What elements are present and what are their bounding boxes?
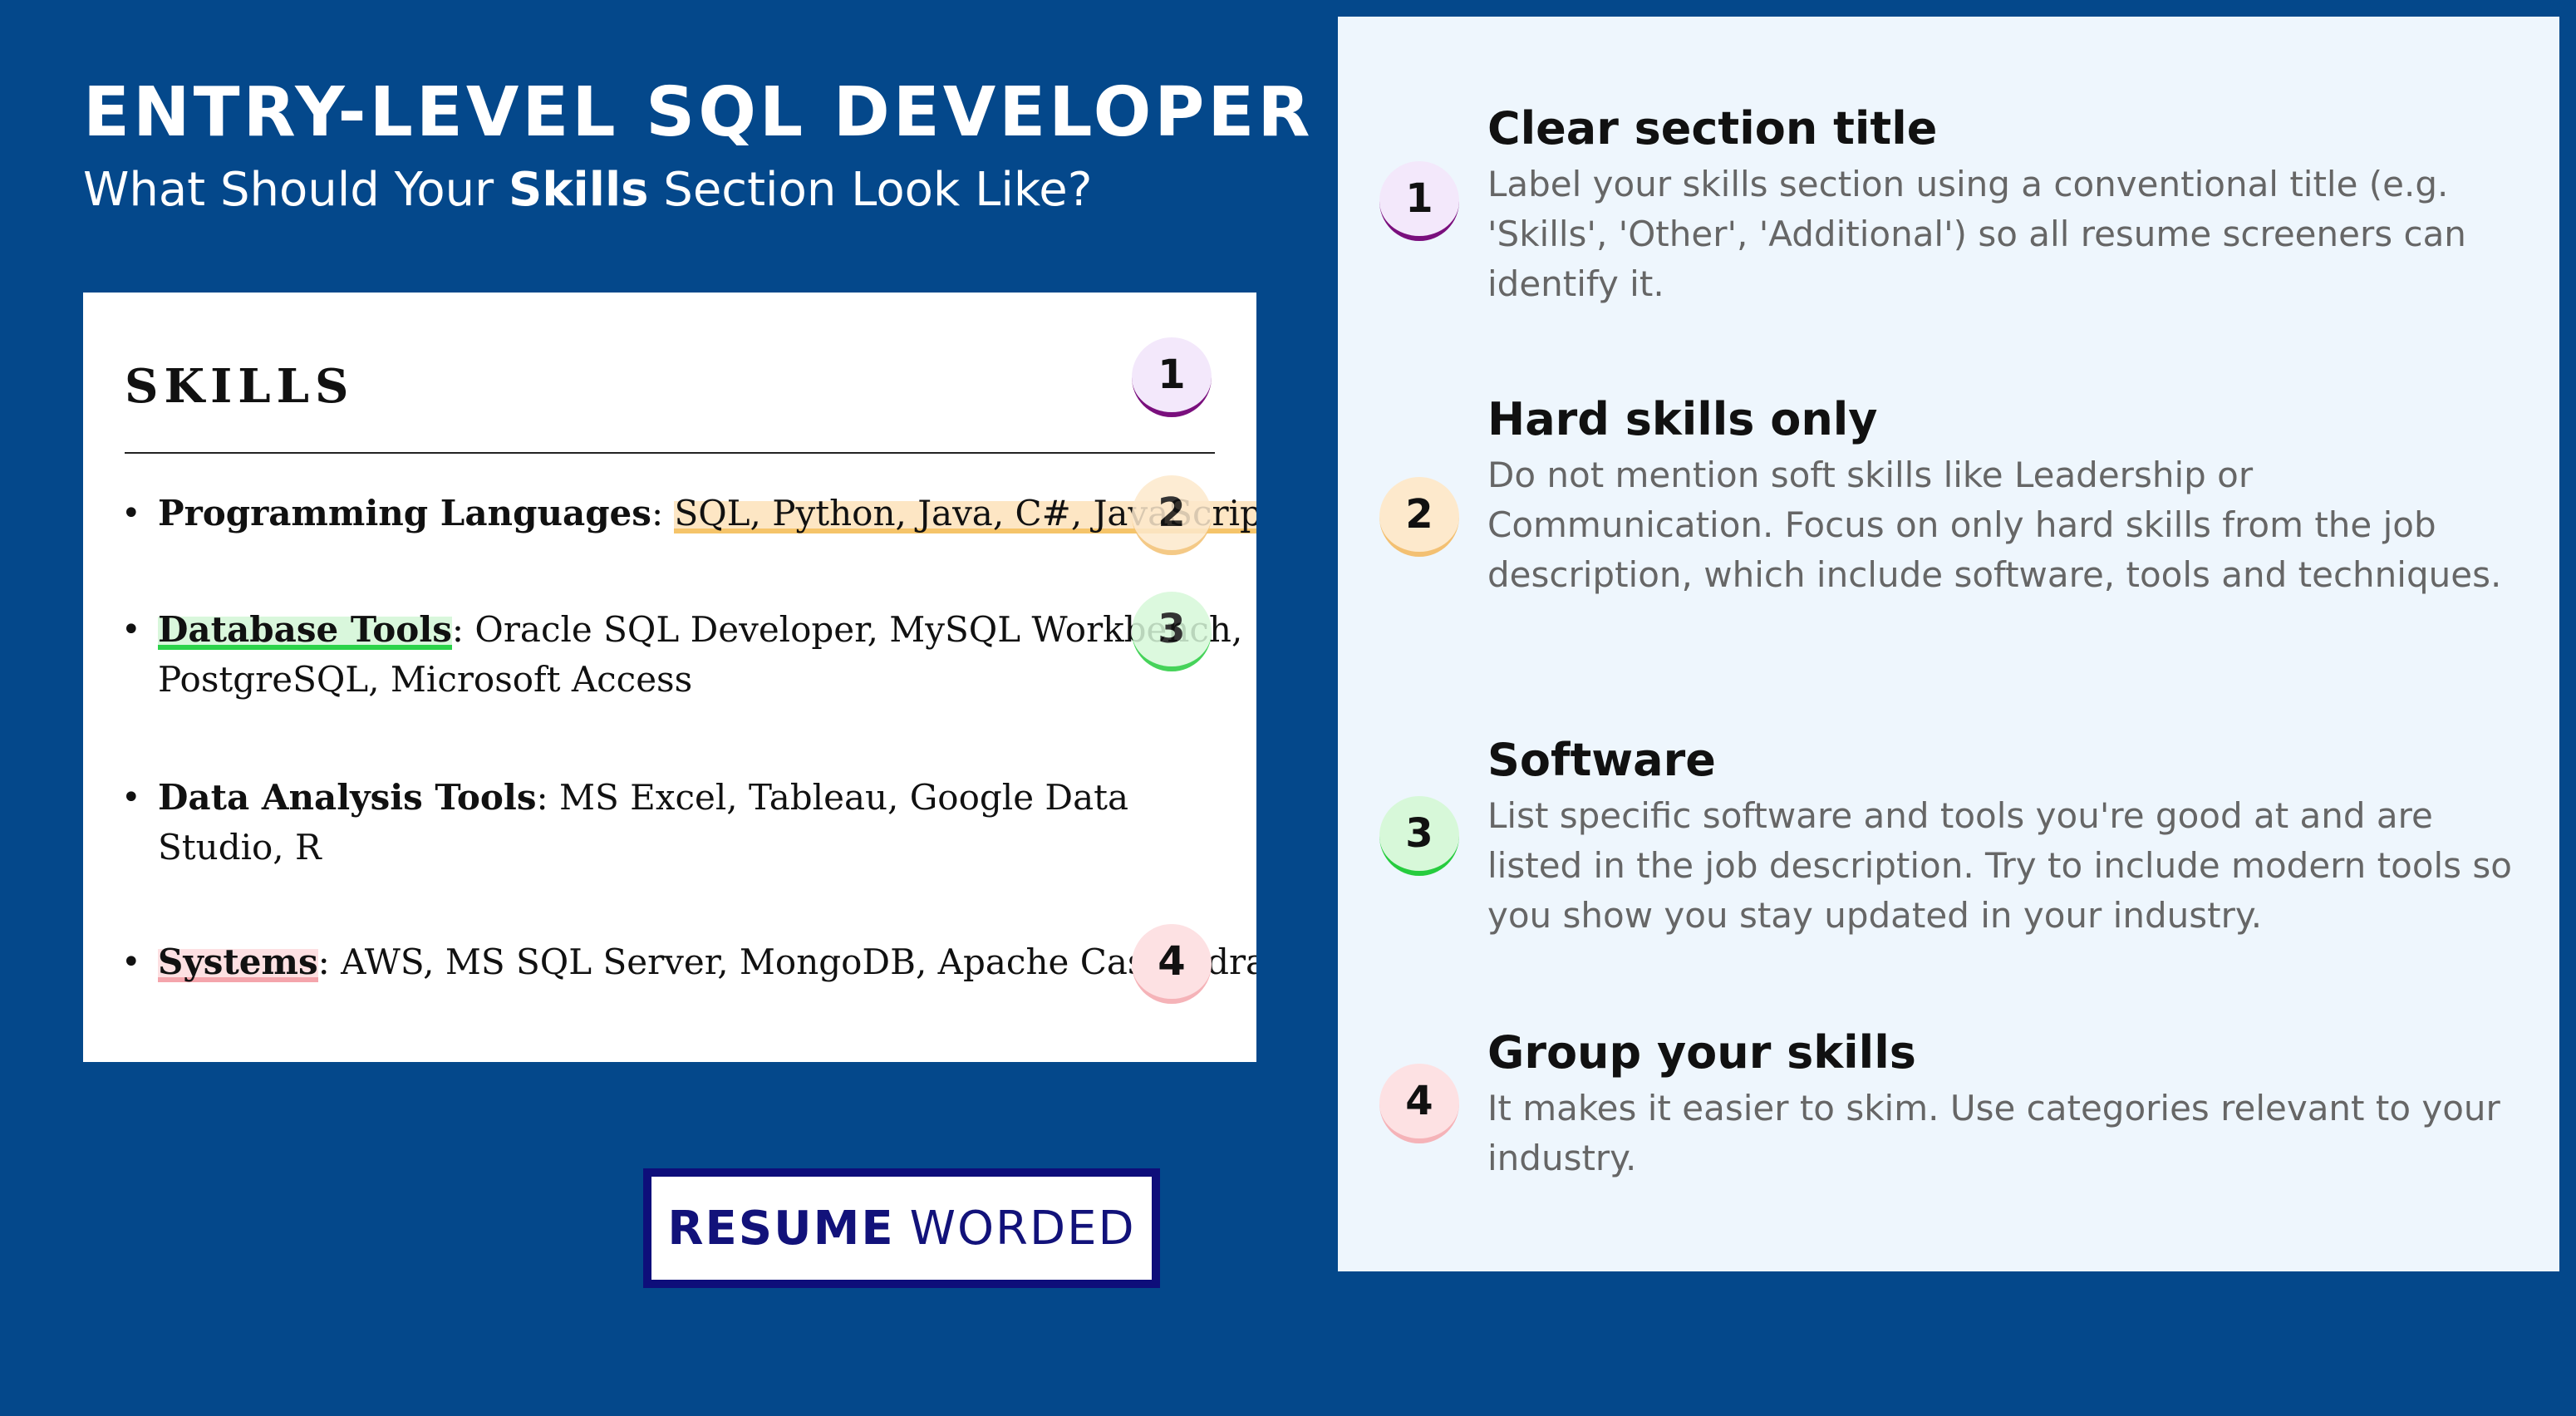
tip-badge-1: 1 (1379, 161, 1459, 241)
tip-title: Software (1487, 734, 1716, 786)
tip-badge-4: 4 (1379, 1064, 1459, 1143)
page-subtitle: What Should Your Skills Section Look Lik… (83, 163, 1092, 217)
tip-4: Group your skills It makes it easier to … (1487, 1024, 2518, 1183)
tip-badge-3: 3 (1379, 796, 1459, 876)
tip-body: It makes it easier to skim. Use categori… (1487, 1088, 2500, 1178)
heading-divider (125, 452, 1215, 454)
tip-title: Hard skills only (1487, 393, 1878, 445)
tip-body: List specific software and tools you're … (1487, 795, 2512, 936)
tip-2: Hard skills only Do not mention soft ski… (1487, 391, 2518, 600)
skill-separator: : (651, 493, 675, 533)
resume-skills-card: SKILLS 1 • Programming Languages: SQL, P… (83, 293, 1256, 1062)
tip-3: Software List specific software and tool… (1487, 731, 2518, 941)
bullet: • (121, 611, 141, 649)
skill-item-systems: • Systems: AWS, MS SQL Server, MongoDB, … (121, 937, 1256, 987)
tip-body: Label your skills section using a conven… (1487, 164, 2466, 304)
skill-value: Oracle SQL Developer, MySQL Workbench, (474, 609, 1243, 650)
tip-1: Clear section title Label your skills se… (1487, 100, 2518, 309)
skill-separator: : (317, 942, 342, 982)
subtitle-emphasis: Skills (508, 163, 649, 217)
number-badge-3: 3 (1132, 592, 1212, 671)
skill-item-data-analysis: • Data Analysis Tools: MS Excel, Tableau… (121, 773, 1213, 873)
skill-value-continued: Studio, R (158, 827, 322, 868)
tip-title: Group your skills (1487, 1026, 1916, 1079)
skill-label: Programming Languages (158, 493, 651, 533)
skills-heading: SKILLS (125, 359, 355, 414)
skill-value-continued: PostgreSQL, Microsoft Access (158, 659, 693, 700)
skill-separator: : (536, 777, 560, 818)
logo-regular-text: WORDED (909, 1201, 1136, 1256)
tip-title: Clear section title (1487, 102, 1938, 155)
number-badge-4: 4 (1132, 924, 1212, 1004)
bullet: • (121, 779, 141, 817)
page-title: ENTRY-LEVEL SQL DEVELOPER (83, 73, 1314, 152)
skill-label: Database Tools (158, 609, 452, 650)
skill-separator: : (451, 609, 475, 650)
bullet: • (121, 943, 141, 981)
bullet: • (121, 494, 141, 533)
number-badge-1: 1 (1132, 337, 1212, 417)
skill-item-database: • Database Tools: Oracle SQL Developer, … (121, 605, 1242, 705)
skill-value: AWS, MS SQL Server, MongoDB, Apache Cass… (341, 942, 1256, 982)
subtitle-end: Section Look Like? (648, 163, 1093, 217)
subtitle-start: What Should Your (83, 163, 509, 217)
skill-value: MS Excel, Tableau, Google Data (559, 777, 1129, 818)
resume-worded-logo: RESUME WORDED (643, 1168, 1160, 1288)
skill-label: Systems (158, 942, 318, 982)
skill-item-programming: • Programming Languages: SQL, Python, Ja… (121, 489, 1256, 538)
skill-label: Data Analysis Tools (158, 777, 537, 818)
number-badge-2: 2 (1132, 475, 1212, 555)
tip-badge-2: 2 (1379, 477, 1459, 557)
tips-panel: 1 Clear section title Label your skills … (1338, 17, 2559, 1271)
logo-bold-text: RESUME (667, 1201, 895, 1256)
tip-body: Do not mention soft skills like Leadersh… (1487, 455, 2502, 595)
